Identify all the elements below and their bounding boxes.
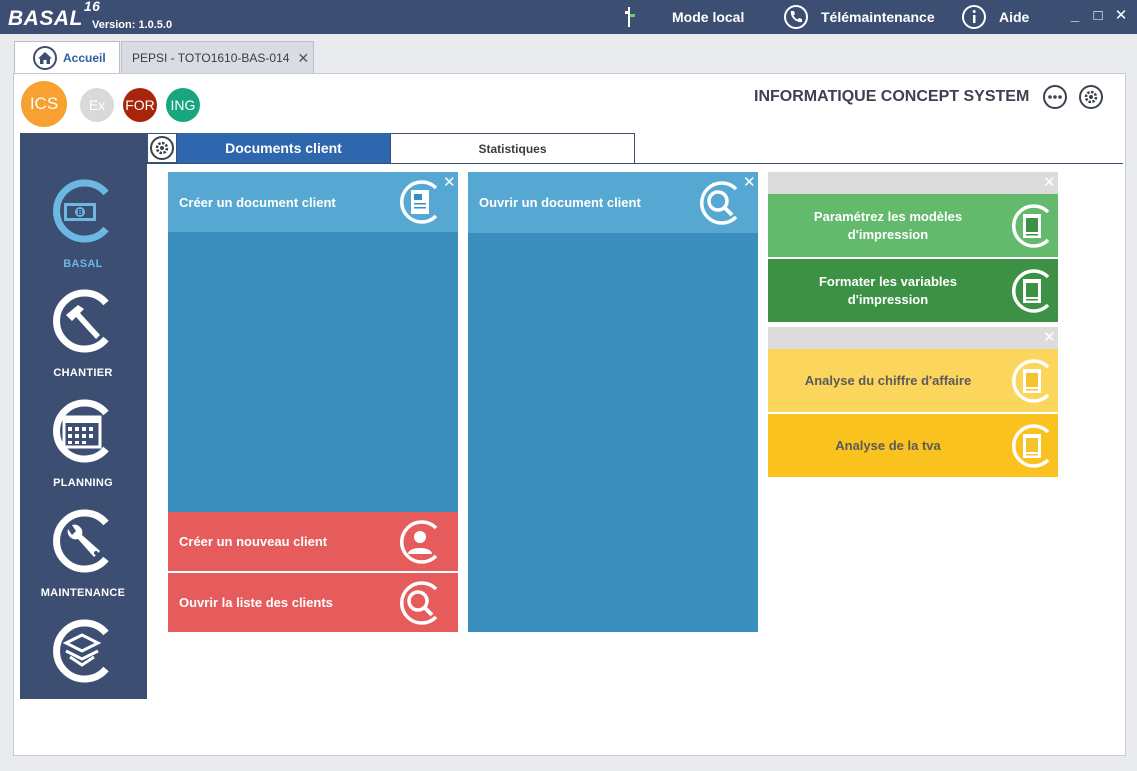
print-group-header <box>768 172 1058 194</box>
home-icon <box>33 46 57 70</box>
app-version: Version: 1.0.5.0 <box>92 19 173 31</box>
tab-accueil[interactable]: Accueil <box>14 41 120 74</box>
new-client-tile[interactable]: Créer un nouveau client <box>168 512 458 571</box>
tab-documents-client[interactable]: Documents client <box>177 133 390 163</box>
create-document-label: Créer un document client <box>179 194 336 210</box>
sidebar-label-basal: BASAL <box>63 258 103 270</box>
subtab-underline <box>147 163 1123 164</box>
banknote-icon: B <box>53 179 109 243</box>
mode-local-button[interactable]: Mode local <box>624 0 744 34</box>
app-logo: BASAL16 <box>8 0 101 30</box>
minimize-button[interactable]: _ <box>1065 6 1085 26</box>
tax-report-icon <box>1011 423 1050 468</box>
open-document-label: Ouvrir un document client <box>479 195 641 210</box>
main-panel: ICS Ex FOR ING INFORMATIQUE CONCEPT SYST… <box>13 73 1126 756</box>
more-options-icon[interactable] <box>1042 84 1068 110</box>
module-sidebar: B BASAL CHANTIER PLANNING MAINTENANCE <box>20 133 146 699</box>
gear-icon <box>150 136 174 160</box>
magnifier-icon <box>399 580 438 625</box>
wrench-icon <box>53 509 109 573</box>
sidebar-item-chantier[interactable]: CHANTIER <box>20 283 146 393</box>
close-open-document-icon[interactable]: ✕ <box>743 173 756 191</box>
close-create-document-icon[interactable]: ✕ <box>443 173 456 191</box>
create-document-tile[interactable]: Créer un document client <box>168 172 458 232</box>
aide-button[interactable]: Aide <box>961 0 1029 34</box>
company-name: INFORMATIQUE CONCEPT SYSTEM <box>754 88 1030 105</box>
calendar-icon <box>53 399 109 463</box>
sidebar-label-planning: PLANNING <box>53 477 113 489</box>
sidebar-label-chantier: CHANTIER <box>53 367 113 379</box>
open-document-panel <box>468 233 758 632</box>
subtab-settings-button[interactable] <box>147 133 177 163</box>
hammer-icon <box>53 289 109 353</box>
client-list-tile[interactable]: Ouvrir la liste des clients <box>168 573 458 632</box>
svg-text:B: B <box>77 208 83 217</box>
mode-local-label: Mode local <box>672 9 745 25</box>
company-ing[interactable]: ING <box>166 88 200 122</box>
close-print-group-icon[interactable]: ✕ <box>1043 173 1056 191</box>
search-icon <box>699 180 738 225</box>
settings-gear-icon[interactable] <box>1078 84 1104 110</box>
format-vars-tile[interactable]: Formater les variables d'impression <box>768 259 1058 322</box>
analyse-tva-tile[interactable]: Analyse de la tva <box>768 414 1058 477</box>
analyse-ca-tile[interactable]: Analyse du chiffre d'affaire <box>768 349 1058 412</box>
content-divider <box>146 133 147 699</box>
close-analysis-group-icon[interactable]: ✕ <box>1043 328 1056 346</box>
document-icon <box>399 180 438 224</box>
tab-accueil-label: Accueil <box>63 51 106 65</box>
print-document-icon <box>1011 203 1050 248</box>
tab-pepsi[interactable]: PEPSI - TOTO1610-BAS-014 ✕ <box>121 41 314 74</box>
aide-label: Aide <box>999 9 1030 25</box>
tab-statistiques[interactable]: Statistiques <box>390 133 635 163</box>
create-document-panel <box>168 232 458 512</box>
box-icon <box>53 619 109 683</box>
user-icon <box>399 519 438 564</box>
sidebar-item-maintenance[interactable]: MAINTENANCE <box>20 503 146 613</box>
open-document-tile[interactable]: Ouvrir un document client <box>468 172 758 233</box>
company-ics[interactable]: ICS <box>21 81 67 127</box>
company-for[interactable]: FOR <box>123 88 157 122</box>
client-list-label: Ouvrir la liste des clients <box>179 595 333 610</box>
analysis-group-header <box>768 327 1058 349</box>
sidebar-item-planning[interactable]: PLANNING <box>20 393 146 503</box>
variables-document-icon <box>1011 268 1050 313</box>
company-ex[interactable]: Ex <box>80 88 114 122</box>
telemaintenance-label: Télémaintenance <box>821 9 935 25</box>
document-tabs: Accueil PEPSI - TOTO1610-BAS-014 ✕ <box>0 34 1137 74</box>
close-window-button[interactable]: ✕ <box>1111 6 1131 26</box>
param-models-tile[interactable]: Paramétrez les modèles d'impression <box>768 194 1058 257</box>
tab-pepsi-label: PEPSI - TOTO1610-BAS-014 <box>132 51 290 65</box>
new-client-label: Créer un nouveau client <box>179 534 328 549</box>
maximize-button[interactable]: □ <box>1088 6 1108 26</box>
title-bar: BASAL16 Version: 1.0.5.0 Mode local Télé… <box>0 0 1137 34</box>
sidebar-label-maintenance: MAINTENANCE <box>40 587 126 599</box>
sidebar-item-basal[interactable]: B BASAL <box>20 133 146 270</box>
tab-close-icon[interactable]: ✕ <box>297 50 309 67</box>
phone-icon <box>784 5 808 29</box>
info-icon <box>962 5 986 29</box>
network-plug-icon <box>625 7 635 27</box>
telemaintenance-button[interactable]: Télémaintenance <box>783 0 935 34</box>
sidebar-item-box[interactable] <box>20 613 146 699</box>
report-icon <box>1011 358 1050 403</box>
